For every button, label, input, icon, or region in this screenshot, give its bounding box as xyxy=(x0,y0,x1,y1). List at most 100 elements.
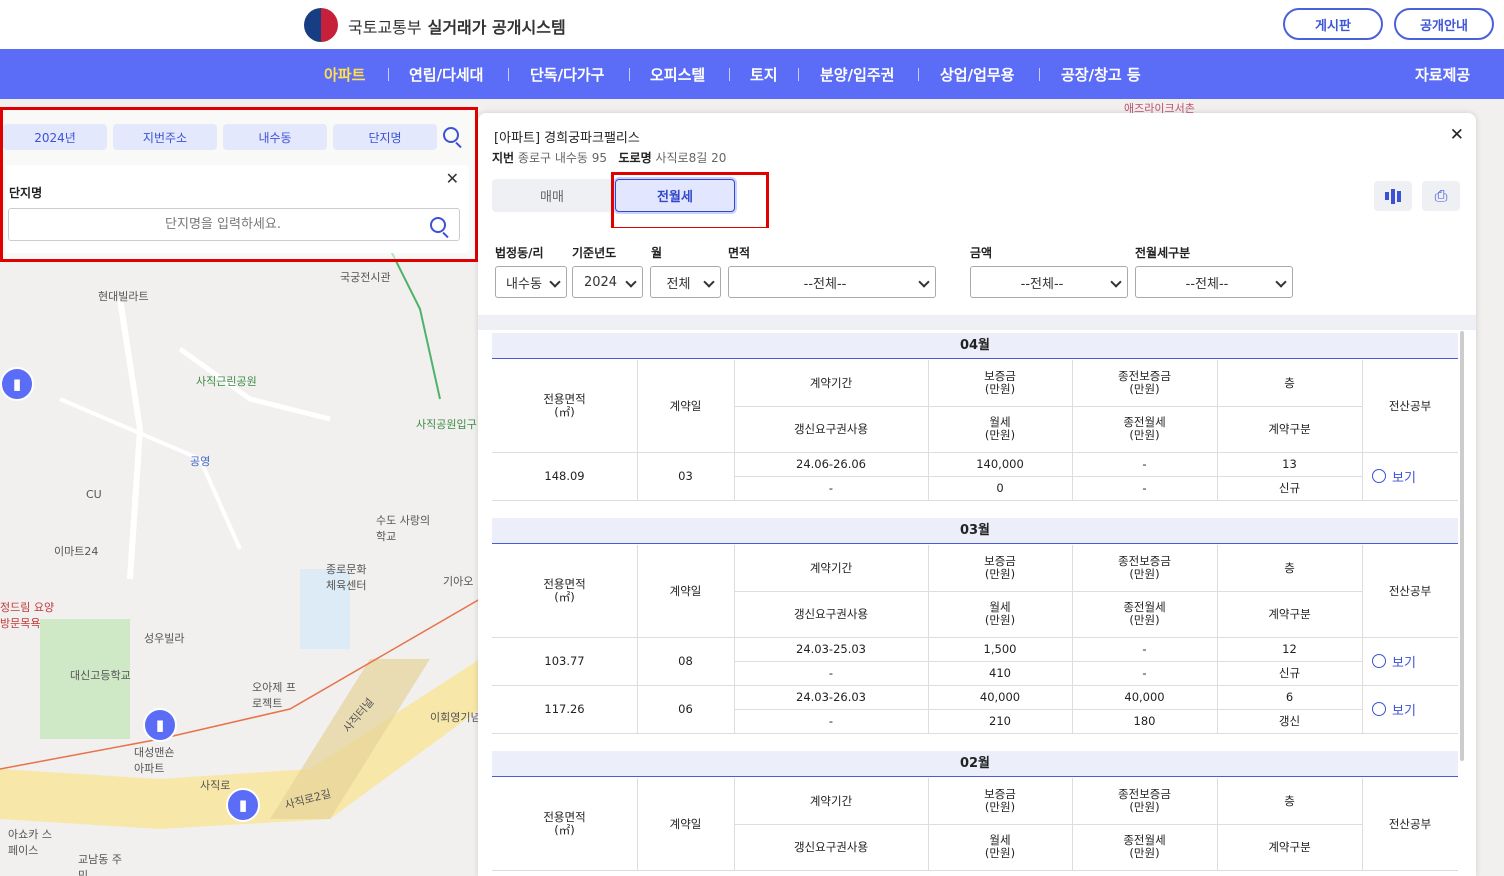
print-icon[interactable]: ⎙ xyxy=(1422,181,1460,211)
row-renew: - xyxy=(828,713,834,728)
nav-item-apartment[interactable]: 아파트 xyxy=(324,64,365,85)
month-select[interactable]: 전체 xyxy=(650,266,721,298)
filter-label: 월 xyxy=(651,246,663,260)
map-poi-label: 대신고등학교 xyxy=(70,669,131,682)
complex-name-panel: 단지명 ✕ 단지명을 입력하세요. xyxy=(6,165,469,253)
row-deposit: 40,000 xyxy=(979,689,1021,704)
nav-divider xyxy=(508,68,509,81)
top-bar: 국토교통부 실거래가 공개시스템 게시판 공개안내 xyxy=(0,0,1504,49)
search-icon[interactable] xyxy=(430,217,446,233)
address-line: 지번 종로구 내수동 95 도로명 사직로8길 20 xyxy=(492,149,726,166)
map-poi-label: 국궁전시관 xyxy=(340,271,391,284)
nav-item-commercial[interactable]: 상업/업무용 xyxy=(940,64,1014,85)
col-header-monthly: 월세 (만원) xyxy=(984,600,1016,627)
view-label: 보기 xyxy=(1392,470,1416,486)
row-area: 103.77 xyxy=(544,653,585,668)
row-prev-monthly: 180 xyxy=(1133,713,1156,728)
col-header-day: 계약일 xyxy=(669,583,702,598)
col-header-prev-deposit: 종전보증금 (만원) xyxy=(1118,787,1171,814)
table-line xyxy=(1362,360,1363,452)
search-icon[interactable] xyxy=(443,127,459,143)
year-select[interactable]: 2024 xyxy=(572,266,643,298)
col-header-day: 계약일 xyxy=(669,816,702,831)
table-line xyxy=(1362,545,1363,637)
col-header-monthly: 월세 (만원) xyxy=(984,833,1016,860)
apartment-marker-icon[interactable]: ▮ xyxy=(226,788,260,822)
complex-name-input[interactable]: 단지명을 입력하세요. xyxy=(8,208,460,241)
row-renew: - xyxy=(828,665,834,680)
nav-item-land[interactable]: 토지 xyxy=(750,64,778,85)
row-renew: - xyxy=(828,480,834,495)
col-header-deposit: 보증금 (만원) xyxy=(984,787,1016,814)
col-header-deposit: 보증금 (만원) xyxy=(984,554,1016,581)
row-day: 03 xyxy=(678,468,693,483)
complex-name-chip[interactable]: 단지명 xyxy=(333,124,437,150)
data-provision-link[interactable]: 자료제공 xyxy=(1415,64,1470,85)
row-period: 24.06-26.06 xyxy=(796,456,866,471)
scrollbar[interactable] xyxy=(1460,331,1464,761)
tab-sale[interactable]: 매매 xyxy=(492,179,612,212)
rent-type-select[interactable]: --전체-- xyxy=(1135,266,1293,298)
table-line xyxy=(637,360,638,452)
dong-select[interactable]: 내수동 xyxy=(495,266,567,298)
main-nav: 아파트 연립/다세대 단독/다가구 오피스텔 토지 분양/입주권 상업/업무용 … xyxy=(0,49,1504,99)
site-title[interactable]: 국토교통부 실거래가 공개시스템 xyxy=(348,14,566,38)
magnifier-icon xyxy=(1372,702,1386,716)
nav-divider xyxy=(918,68,919,81)
map-poi-label: 수도 사랑의학교 xyxy=(376,514,431,543)
view-label: 보기 xyxy=(1392,703,1416,719)
col-header-contract-type: 계약구분 xyxy=(1268,606,1311,621)
col-header-area: 전용면적 (㎡) xyxy=(543,577,586,604)
board-button[interactable]: 게시판 xyxy=(1283,8,1383,40)
nav-item-row-house[interactable]: 연립/다세대 xyxy=(409,64,483,85)
area-select[interactable]: --전체-- xyxy=(728,266,936,298)
table-line xyxy=(1362,778,1363,870)
row-area: 148.09 xyxy=(544,468,585,483)
col-header-registry: 전산공부 xyxy=(1388,398,1432,413)
disclosure-info-button[interactable]: 공개안내 xyxy=(1394,8,1494,40)
jibun-address-chip[interactable]: 지번주소 xyxy=(113,124,217,150)
col-header-prev-deposit: 종전보증금 (만원) xyxy=(1118,554,1171,581)
amount-select[interactable]: --전체-- xyxy=(970,266,1128,298)
table-line xyxy=(734,406,1362,407)
chart-icon[interactable] xyxy=(1374,181,1412,211)
nav-item-presale[interactable]: 분양/입주권 xyxy=(820,64,894,85)
apartment-marker-icon[interactable]: ▮ xyxy=(143,708,177,742)
table-line xyxy=(1362,637,1363,685)
nav-item-officetel[interactable]: 오피스텔 xyxy=(650,64,705,85)
table-line xyxy=(637,685,638,733)
jibun-label: 지번 xyxy=(492,151,515,165)
map-poi-label: 사직공원입구 xyxy=(416,418,477,431)
close-icon[interactable]: ✕ xyxy=(1450,125,1464,145)
apartment-marker-icon[interactable]: ▮ xyxy=(0,367,34,401)
col-header-registry: 전산공부 xyxy=(1388,816,1432,831)
row-contract-type: 갱신 xyxy=(1278,713,1301,728)
view-registry-button[interactable]: 보기 xyxy=(1372,651,1442,671)
transaction-table: 04월 전용면적 (㎡) 계약일 계약기간 갱신요구권사용 보증금 (만원) 월세 (만원) 종전보… xyxy=(492,330,1462,876)
detail-panel: [아파트] 경희궁파크팰리스 지번 종로구 내수동 95 도로명 사직로8길 2… xyxy=(478,113,1476,876)
jibun-value: 종로구 내수동 95 xyxy=(517,151,608,165)
filter-label: 전월세구분 xyxy=(1135,246,1191,260)
table-line xyxy=(1362,452,1363,500)
col-header-renew: 갱신요구권사용 xyxy=(793,606,869,621)
view-registry-button[interactable]: 보기 xyxy=(1372,699,1442,719)
search-filter-box: 2024년 지번주소 내수동 단지명 단지명 ✕ 단지명을 입력하세요. xyxy=(0,107,478,262)
map-poi-label: 기아오 xyxy=(443,575,474,588)
road-label: 도로명 xyxy=(618,151,652,165)
table-line xyxy=(734,824,1362,825)
col-header-period: 계약기간 xyxy=(809,560,853,575)
nav-item-detached-house[interactable]: 단독/다가구 xyxy=(530,64,604,85)
panel-title: 단지명 xyxy=(9,186,43,200)
dong-chip[interactable]: 내수동 xyxy=(223,124,327,150)
row-floor: 6 xyxy=(1285,689,1294,704)
system-name: 실거래가 공개시스템 xyxy=(427,18,566,37)
col-header-floor: 층 xyxy=(1284,793,1295,808)
row-monthly: 0 xyxy=(996,480,1004,495)
table-line xyxy=(734,709,1362,710)
view-registry-button[interactable]: 보기 xyxy=(1372,466,1442,486)
year-chip[interactable]: 2024년 xyxy=(3,124,107,150)
map-poi-label: 이회영기념 xyxy=(430,711,481,724)
nav-item-factory[interactable]: 공장/창고 등 xyxy=(1061,64,1141,85)
close-icon[interactable]: ✕ xyxy=(446,169,459,188)
map-poi-label: 이마트24 xyxy=(54,545,99,558)
